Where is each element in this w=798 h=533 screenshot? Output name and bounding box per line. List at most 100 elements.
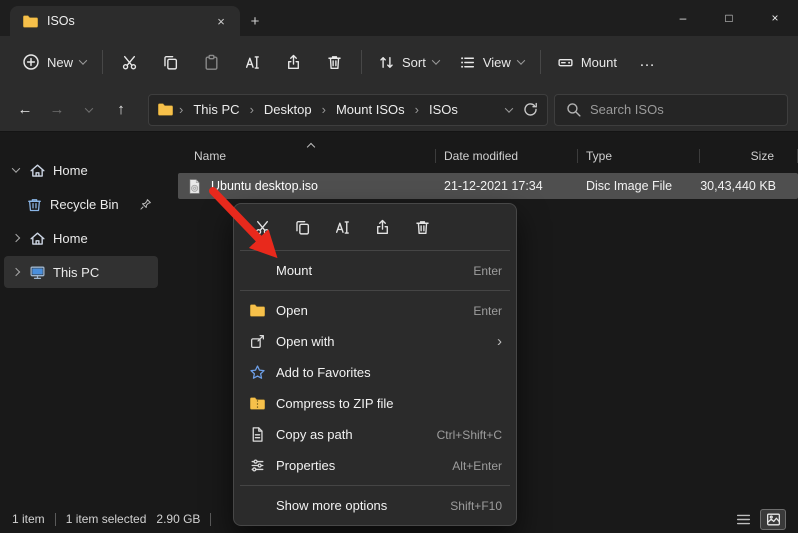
close-button[interactable]: ×	[752, 0, 798, 36]
menu-item-label: Compress to ZIP file	[276, 396, 394, 411]
sidebar-item-label: Home	[53, 230, 88, 246]
window-controls: – □ ×	[660, 0, 798, 36]
menu-item-shortcut: Enter	[473, 263, 502, 278]
menu-item-add-to-favorites[interactable]: Add to Favorites	[238, 357, 512, 388]
column-header-size[interactable]: Size	[700, 142, 798, 170]
view-button[interactable]: View	[449, 46, 534, 79]
file-date-modified: 21-12-2021 17:34	[444, 179, 543, 193]
folder-icon	[23, 14, 38, 28]
thumbnail-view-icon	[766, 513, 780, 525]
tab-close-button[interactable]: ×	[210, 10, 232, 32]
sort-button-label: Sort	[402, 54, 426, 70]
menu-item-shortcut: Alt+Enter	[452, 458, 502, 473]
home-icon	[30, 231, 45, 245]
toolbar-separator	[102, 50, 104, 74]
refresh-icon[interactable]	[522, 101, 539, 118]
maximize-button[interactable]: □	[706, 0, 752, 36]
search-input[interactable]	[590, 102, 777, 117]
menu-item-copy-as-path[interactable]: Copy as path Ctrl+Shift+C	[238, 419, 512, 450]
forward-button[interactable]: →	[42, 95, 72, 125]
column-header-type[interactable]: Type	[578, 142, 700, 170]
status-divider	[210, 512, 212, 526]
delete-button[interactable]	[314, 46, 355, 79]
this-pc-monitor-icon	[30, 266, 45, 279]
address-dropdown-icon[interactable]	[504, 103, 514, 113]
recycle-bin-icon	[28, 198, 41, 211]
more-options-button[interactable]: …	[627, 50, 667, 74]
sort-button[interactable]: Sort	[368, 46, 449, 79]
menu-separator	[240, 250, 510, 251]
breadcrumb-this-pc[interactable]: This PC	[188, 100, 244, 119]
menu-item-label: Open with	[276, 334, 335, 349]
mount-button[interactable]: Mount	[547, 46, 627, 79]
delete-button[interactable]	[406, 213, 439, 241]
sidebar-item-this-pc[interactable]: This PC	[4, 256, 158, 288]
breadcrumb-mount-isos[interactable]: Mount ISOs	[331, 100, 410, 119]
thumbnail-view-button[interactable]	[760, 508, 786, 530]
address-bar[interactable]: › This PC › Desktop › Mount ISOs › ISOs	[148, 93, 548, 126]
history-dropdown-button[interactable]	[74, 95, 104, 125]
rename-button[interactable]	[326, 213, 359, 241]
menu-item-shortcut: Ctrl+Shift+C	[436, 427, 502, 442]
menu-item-shortcut: Enter	[473, 303, 502, 318]
sidebar-item-recycle-bin[interactable]: Recycle Bin	[4, 188, 158, 220]
minimize-button[interactable]: –	[660, 0, 706, 36]
copy-button[interactable]	[150, 46, 191, 79]
expand-chevron-icon[interactable]	[10, 233, 22, 243]
explorer-tab[interactable]: ISOs ×	[10, 6, 240, 36]
breadcrumb-separator: ›	[249, 102, 254, 117]
details-view-icon	[736, 514, 750, 524]
menu-item-label: Mount	[276, 263, 313, 278]
new-tab-button[interactable]: +	[240, 6, 270, 36]
folder-icon	[249, 304, 265, 317]
share-icon	[377, 219, 388, 234]
trash-icon	[416, 220, 429, 234]
mount-button-label: Mount	[580, 54, 617, 70]
column-header-name[interactable]: Name	[162, 142, 436, 170]
breadcrumb-separator: ›	[321, 102, 326, 117]
breadcrumb-isos[interactable]: ISOs	[424, 100, 463, 119]
sidebar-item-label: Home	[53, 162, 88, 178]
menu-item-compress-to-zip[interactable]: Compress to ZIP file	[238, 388, 512, 419]
breadcrumb-desktop[interactable]: Desktop	[259, 100, 317, 119]
context-menu-icon-row	[238, 208, 512, 246]
new-button[interactable]: New	[12, 45, 96, 79]
copy-icon	[164, 55, 178, 70]
column-headers: Name Date modified Type Size	[162, 142, 798, 170]
menu-separator	[240, 485, 510, 486]
share-button[interactable]	[366, 213, 399, 241]
sidebar-item-home[interactable]: Home	[4, 154, 158, 186]
paste-button[interactable]	[191, 46, 232, 79]
cut-icon	[255, 220, 270, 234]
sidebar: Home Recycle Bin Home This PC	[0, 132, 162, 505]
menu-item-properties[interactable]: Properties Alt+Enter	[238, 450, 512, 481]
menu-item-open-with[interactable]: Open with ›	[238, 326, 512, 357]
column-header-date-modified[interactable]: Date modified	[436, 142, 578, 170]
copy-button[interactable]	[286, 213, 319, 241]
cut-button[interactable]	[109, 46, 150, 79]
file-size: 30,43,440 KB	[700, 179, 776, 193]
rename-button[interactable]	[232, 46, 273, 79]
rename-icon	[245, 55, 259, 69]
status-divider	[54, 512, 56, 526]
search-box[interactable]	[554, 93, 788, 126]
share-button[interactable]	[273, 46, 314, 79]
menu-item-open[interactable]: Open Enter	[238, 295, 512, 326]
toolbar-separator	[539, 50, 541, 74]
sidebar-item-home-2[interactable]: Home	[4, 222, 158, 254]
file-row-selected[interactable]: Ubuntu desktop.iso 21-12-2021 17:34 Disc…	[178, 173, 798, 199]
expand-chevron-icon[interactable]	[10, 267, 22, 277]
breadcrumb-separator: ›	[179, 102, 184, 117]
expand-chevron-icon[interactable]	[10, 164, 22, 173]
menu-item-show-more-options[interactable]: Show more options Shift+F10	[238, 490, 512, 521]
menu-item-mount[interactable]: Mount Enter	[238, 255, 512, 286]
back-button[interactable]: ←	[10, 95, 40, 125]
up-button[interactable]: ↑	[106, 95, 136, 125]
paste-icon	[205, 54, 218, 70]
menu-item-label: Show more options	[276, 498, 388, 513]
zip-folder-icon	[249, 397, 265, 410]
ellipsis-icon: …	[638, 53, 655, 70]
details-view-button[interactable]	[730, 509, 756, 530]
cut-button[interactable]	[246, 213, 279, 241]
toolbar-separator	[361, 50, 363, 74]
